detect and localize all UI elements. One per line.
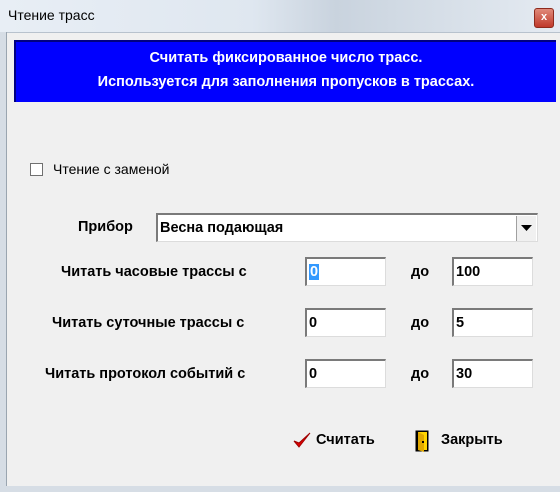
banner-line-1: Считать фиксированное число трасс. bbox=[149, 50, 423, 66]
hourly-from-value: 0 bbox=[309, 264, 320, 280]
exit-button[interactable]: Закрыть bbox=[414, 428, 529, 454]
info-banner: Считать фиксированное число трасс. Испол… bbox=[14, 40, 556, 102]
dropdown-arrow-button[interactable] bbox=[516, 216, 536, 241]
window-title: Чтение трасс bbox=[8, 7, 95, 23]
window-frame-left bbox=[0, 32, 7, 492]
close-window-button[interactable]: x bbox=[534, 8, 554, 28]
chevron-down-icon bbox=[521, 225, 532, 231]
read-button-label: Считать bbox=[316, 432, 375, 448]
device-label: Прибор bbox=[78, 219, 133, 235]
replace-checkbox-label[interactable]: Чтение с заменой bbox=[53, 161, 169, 177]
checkmark-icon bbox=[293, 432, 311, 448]
hourly-label: Читать часовые трассы с bbox=[61, 264, 247, 280]
device-select-value: Весна подающая bbox=[160, 220, 284, 236]
daily-to-input[interactable]: 5 bbox=[452, 308, 533, 337]
replace-checkbox[interactable] bbox=[30, 163, 43, 176]
events-from-input[interactable]: 0 bbox=[305, 359, 386, 388]
dialog-window: Чтение трасс x Считать фиксированное чис… bbox=[0, 0, 560, 492]
daily-from-input[interactable]: 0 bbox=[305, 308, 386, 337]
window-frame-bottom bbox=[0, 486, 560, 492]
hourly-to-input[interactable]: 100 bbox=[452, 257, 533, 286]
exit-button-label: Закрыть bbox=[441, 432, 503, 448]
door-icon bbox=[415, 430, 429, 452]
daily-label: Читать суточные трассы с bbox=[52, 315, 245, 331]
read-button[interactable]: Считать bbox=[292, 428, 400, 454]
device-select[interactable]: Весна подающая bbox=[156, 213, 538, 242]
hourly-to-label: до bbox=[411, 264, 430, 280]
hourly-from-input[interactable]: 0 bbox=[305, 257, 386, 286]
title-bar[interactable]: Чтение трасс x bbox=[0, 0, 560, 33]
events-label: Читать протокол событий с bbox=[45, 366, 246, 382]
daily-to-label: до bbox=[411, 315, 430, 331]
events-to-input[interactable]: 30 bbox=[452, 359, 533, 388]
events-to-label: до bbox=[411, 366, 430, 382]
banner-line-2: Используется для заполнения пропусков в … bbox=[97, 74, 475, 90]
